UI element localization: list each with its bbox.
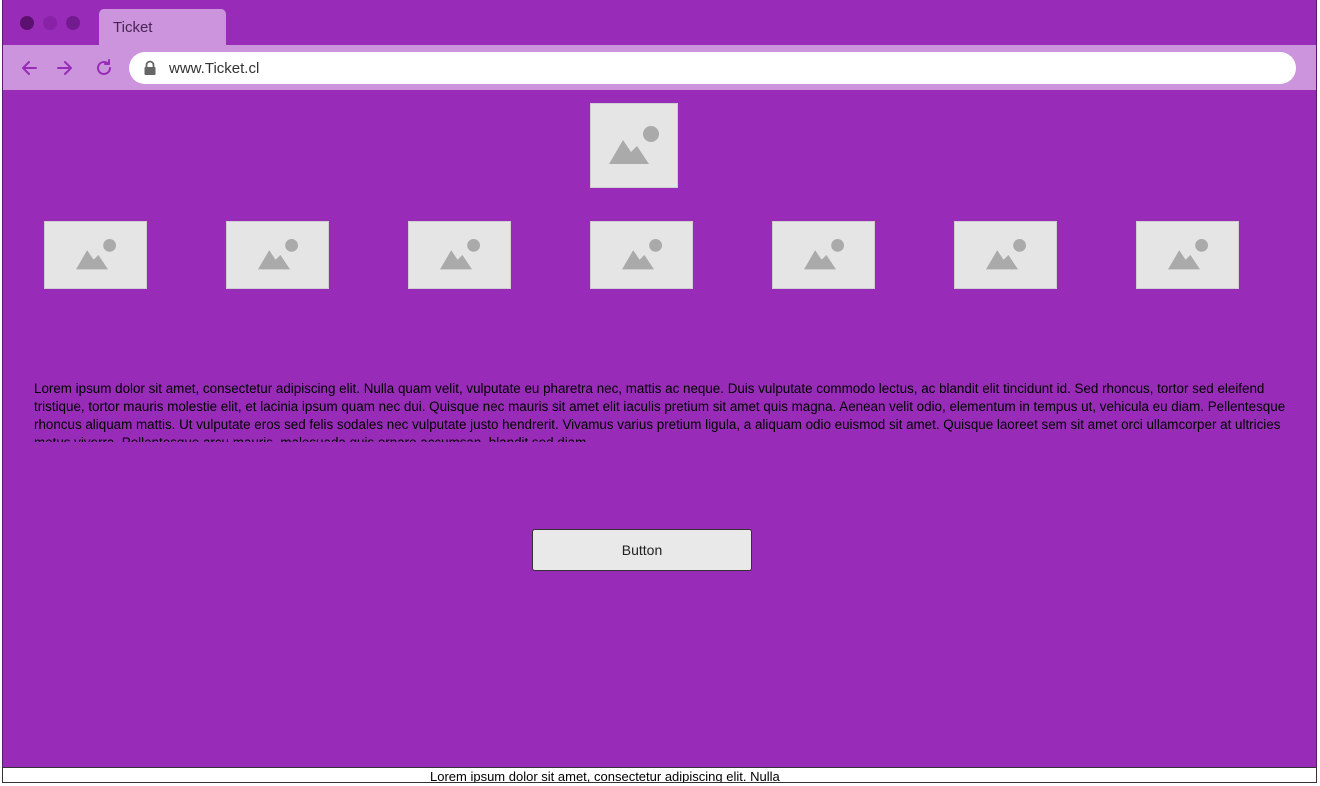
- maximize-window-button[interactable]: [66, 16, 80, 30]
- image-placeholder-icon: [439, 239, 480, 270]
- primary-button[interactable]: Button: [532, 529, 752, 571]
- title-bar: Ticket: [3, 0, 1316, 45]
- image-placeholder-icon: [75, 239, 116, 270]
- image-placeholder-icon: [803, 239, 844, 270]
- browser-tab[interactable]: Ticket: [99, 9, 226, 45]
- url-text: www.Ticket.cl: [169, 60, 260, 77]
- close-window-button[interactable]: [20, 16, 34, 30]
- thumbnail-image: [1136, 221, 1239, 289]
- image-placeholder-icon: [985, 239, 1026, 270]
- tab-title: Ticket: [113, 19, 153, 36]
- image-placeholder-icon: [257, 239, 298, 270]
- image-placeholder-icon: [621, 239, 662, 270]
- image-placeholder-icon: [1167, 239, 1208, 270]
- reload-icon[interactable]: [93, 57, 115, 79]
- body-paragraph: Lorem ipsum dolor sit amet, consectetur …: [34, 381, 1286, 442]
- thumbnail-image: [954, 221, 1057, 289]
- thumbnail-image: [226, 221, 329, 289]
- thumbnail-image: [408, 221, 511, 289]
- thumbnail-image: [772, 221, 875, 289]
- thumbnail-image: [590, 221, 693, 289]
- address-bar[interactable]: www.Ticket.cl: [129, 52, 1296, 84]
- arrow-right-icon[interactable]: [54, 57, 76, 79]
- browser-window: Ticket www.Ticket.cl Lorem ipsum dolor s…: [2, 0, 1317, 768]
- arrow-left-icon[interactable]: [18, 57, 40, 79]
- footer-bar: Lorem ipsum dolor sit amet, consectetur …: [2, 767, 1317, 783]
- lock-icon: [143, 60, 157, 76]
- footer-text: Lorem ipsum dolor sit amet, consectetur …: [430, 769, 780, 783]
- hero-image: [590, 103, 678, 188]
- minimize-window-button[interactable]: [43, 16, 57, 30]
- image-placeholder-icon: [609, 125, 659, 164]
- browser-toolbar: www.Ticket.cl: [3, 45, 1316, 90]
- thumbnail-image: [44, 221, 147, 289]
